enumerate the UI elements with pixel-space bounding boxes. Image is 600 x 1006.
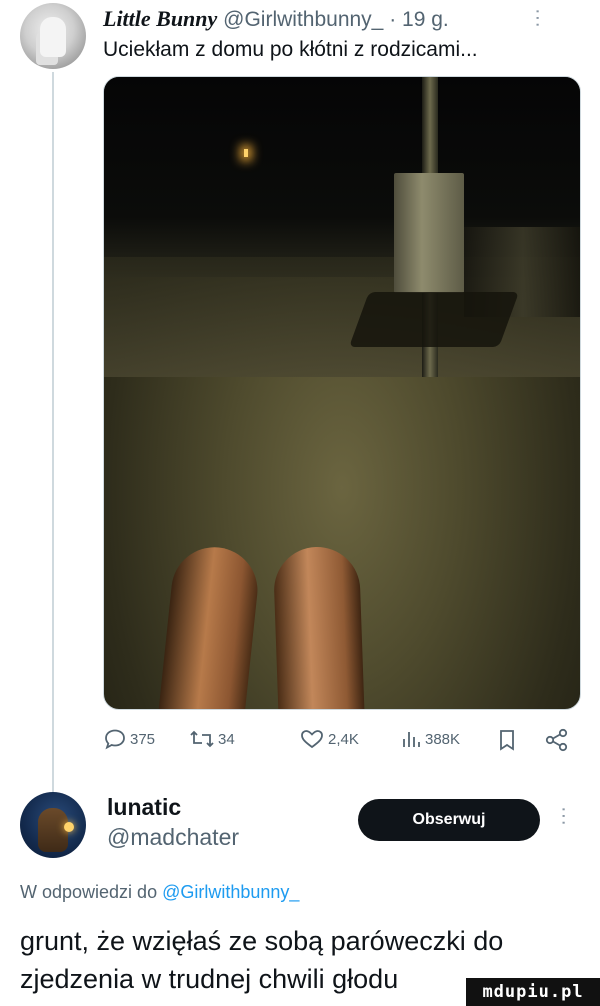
tweet-actions: 375 34 2,4K 388K (103, 728, 581, 758)
follow-button[interactable]: Obserwuj (358, 799, 540, 841)
thread-connector (52, 72, 54, 794)
like-icon (299, 728, 325, 750)
reply-icon (103, 728, 127, 750)
bookmark-button[interactable] (496, 728, 518, 752)
views-count: 388K (425, 730, 461, 748)
display-name[interactable]: lunatic (107, 794, 181, 821)
bookmark-icon (496, 728, 518, 752)
views-button[interactable]: 388K (400, 728, 460, 750)
tweet-photo[interactable] (103, 76, 581, 710)
more-icon[interactable]: ··· (553, 806, 575, 826)
avatar[interactable] (20, 3, 86, 69)
share-button[interactable] (544, 728, 570, 752)
user-handle[interactable]: @Girlwithbunny_ (223, 8, 383, 31)
tweet-text: Uciekłam z domu po kłótni z rodzicami... (103, 38, 478, 61)
share-icon (544, 728, 570, 752)
reply-mention-link[interactable]: @Girlwithbunny_ (162, 882, 299, 902)
user-handle[interactable]: @madchater (107, 824, 239, 851)
avatar[interactable] (20, 792, 86, 858)
like-button[interactable]: 2,4K (299, 728, 359, 750)
retweet-count: 34 (218, 730, 235, 748)
like-count: 2,4K (328, 730, 359, 748)
reply-count: 375 (130, 730, 156, 748)
views-icon (400, 728, 422, 750)
tweet-header: Little Bunny @Girlwithbunny_ · 19 g. (103, 6, 449, 32)
retweet-button[interactable]: 34 (189, 728, 235, 750)
retweet-icon (189, 728, 215, 750)
reply-button[interactable]: 375 (103, 728, 155, 750)
more-icon[interactable]: ··· (527, 8, 549, 28)
site-watermark: mdupiu.pl (466, 978, 600, 1006)
reply-context: W odpowiedzi do @Girlwithbunny_ (20, 882, 299, 903)
reply-prefix: W odpowiedzi do (20, 882, 163, 902)
display-name[interactable]: Little Bunny (103, 6, 217, 31)
tweet-time[interactable]: · 19 g. (389, 8, 449, 31)
